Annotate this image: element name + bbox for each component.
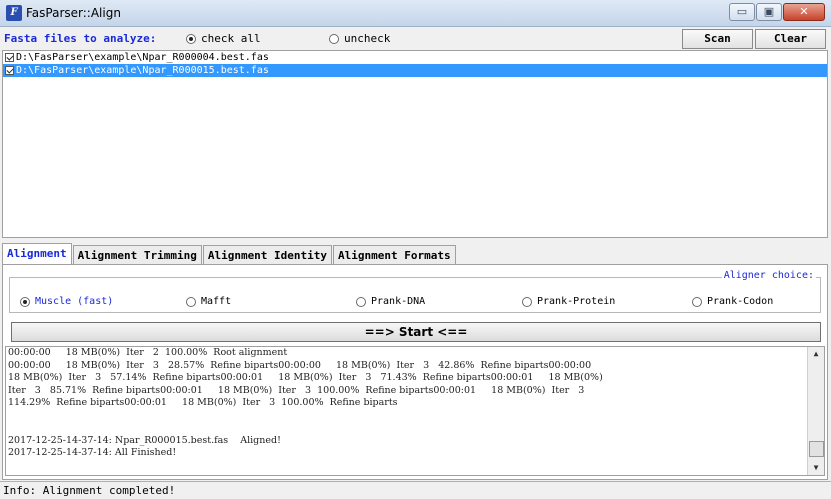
scroll-down-icon[interactable]: ▼ <box>808 461 824 475</box>
file-toolbar: Fasta files to analyze: check all unchec… <box>0 27 831 49</box>
radio-unselected-icon <box>692 296 702 307</box>
aligner-option-prank-dna[interactable]: Prank-DNA <box>356 296 425 307</box>
check-all-radio[interactable]: check all <box>186 32 261 45</box>
file-path: D:\FasParser\example\Npar_R000015.best.f… <box>16 65 269 76</box>
clear-button[interactable]: Clear <box>755 29 826 49</box>
radio-unselected-icon <box>186 296 196 307</box>
radio-unselected-icon <box>356 296 366 307</box>
scroll-thumb[interactable] <box>809 441 824 457</box>
radio-unselected-icon <box>522 296 532 307</box>
aligner-option-prank-protein[interactable]: Prank-Protein <box>522 296 615 307</box>
window-controls: ▭ ▣ ✕ <box>728 3 825 21</box>
aligner-option-label: Prank-DNA <box>371 296 426 307</box>
log-line: 18 MB(0%) Iter 3 57.14% Refine biparts00… <box>8 372 603 383</box>
aligner-option-label: Prank-Protein <box>537 296 616 307</box>
scroll-up-icon[interactable]: ▲ <box>808 347 824 361</box>
file-list-item[interactable]: D:\FasParser\example\Npar_R000004.best.f… <box>3 51 827 64</box>
tab-alignment-identity[interactable]: Alignment Identity <box>202 245 333 264</box>
check-all-label: check all <box>201 32 261 45</box>
log-line: 114.29% Refine biparts00:00:01 18 MB(0%)… <box>8 397 398 408</box>
start-button[interactable]: ==> Start <== <box>11 322 821 342</box>
window-title: FasParser::Align <box>26 6 121 20</box>
file-list[interactable]: D:\FasParser\example\Npar_R000004.best.f… <box>2 50 828 238</box>
log-line: 2017-12-25-14-37-14: All Finished! <box>8 447 177 458</box>
aligner-option-label: Muscle (fast) <box>35 296 114 307</box>
radio-selected-icon <box>20 296 30 307</box>
maximize-button[interactable]: ▣ <box>756 3 782 21</box>
aligner-option-prank-codon[interactable]: Prank-Codon <box>692 296 773 307</box>
app-icon: F <box>6 5 22 21</box>
title-bar: F FasParser::Align ▭ ▣ ✕ <box>0 0 831 27</box>
minimize-icon: ▭ <box>736 5 748 18</box>
log-scrollbar[interactable]: ▲ ▼ <box>807 347 824 475</box>
aligner-choice-label: Aligner choice: <box>721 270 816 281</box>
log-line: Iter 3 85.71% Refine biparts00:00:01 18 … <box>8 384 585 396</box>
tab-alignment-trimming[interactable]: Alignment Trimming <box>72 245 202 264</box>
uncheck-label: uncheck <box>344 32 391 45</box>
file-checkbox[interactable] <box>5 53 14 62</box>
tab-strip: Alignment Alignment Trimming Alignment I… <box>2 243 457 265</box>
tab-alignment[interactable]: Alignment <box>2 243 72 264</box>
maximize-icon: ▣ <box>763 5 775 18</box>
close-button[interactable]: ✕ <box>783 3 825 21</box>
aligner-option-muscle[interactable]: Muscle (fast) <box>20 296 113 307</box>
log-output[interactable]: 00:00:00 18 MB(0%) Iter 2 100.00% Root a… <box>5 346 825 476</box>
log-lines: 00:00:00 18 MB(0%) Iter 2 100.00% Root a… <box>6 347 824 460</box>
file-path: D:\FasParser\example\Npar_R000004.best.f… <box>16 52 269 63</box>
log-line: 00:00:00 18 MB(0%) Iter 3 28.57% Refine … <box>8 359 592 371</box>
file-checkbox[interactable] <box>5 66 14 75</box>
radio-selected-icon <box>186 33 196 44</box>
log-line: 00:00:00 18 MB(0%) Iter 2 100.00% Root a… <box>8 347 288 358</box>
aligner-option-mafft[interactable]: Mafft <box>186 296 231 307</box>
fasta-files-label: Fasta files to analyze: <box>4 32 157 45</box>
scan-button[interactable]: Scan <box>682 29 753 49</box>
tab-alignment-formats[interactable]: Alignment Formats <box>333 245 456 264</box>
alignment-panel: Aligner choice: Muscle (fast) Mafft Pran… <box>2 264 828 480</box>
status-bar: Info: Alignment completed! <box>0 481 831 499</box>
aligner-choice-group: Aligner choice: Muscle (fast) Mafft Pran… <box>9 270 821 313</box>
aligner-option-label: Prank-Codon <box>707 296 774 307</box>
file-list-item[interactable]: D:\FasParser\example\Npar_R000015.best.f… <box>3 64 827 77</box>
radio-unselected-icon <box>329 33 339 44</box>
aligner-option-label: Mafft <box>201 296 232 307</box>
log-line: 2017-12-25-14-37-14: Npar_R000015.best.f… <box>8 434 281 446</box>
minimize-button[interactable]: ▭ <box>729 3 755 21</box>
uncheck-radio[interactable]: uncheck <box>329 32 390 45</box>
close-icon: ✕ <box>799 5 809 18</box>
